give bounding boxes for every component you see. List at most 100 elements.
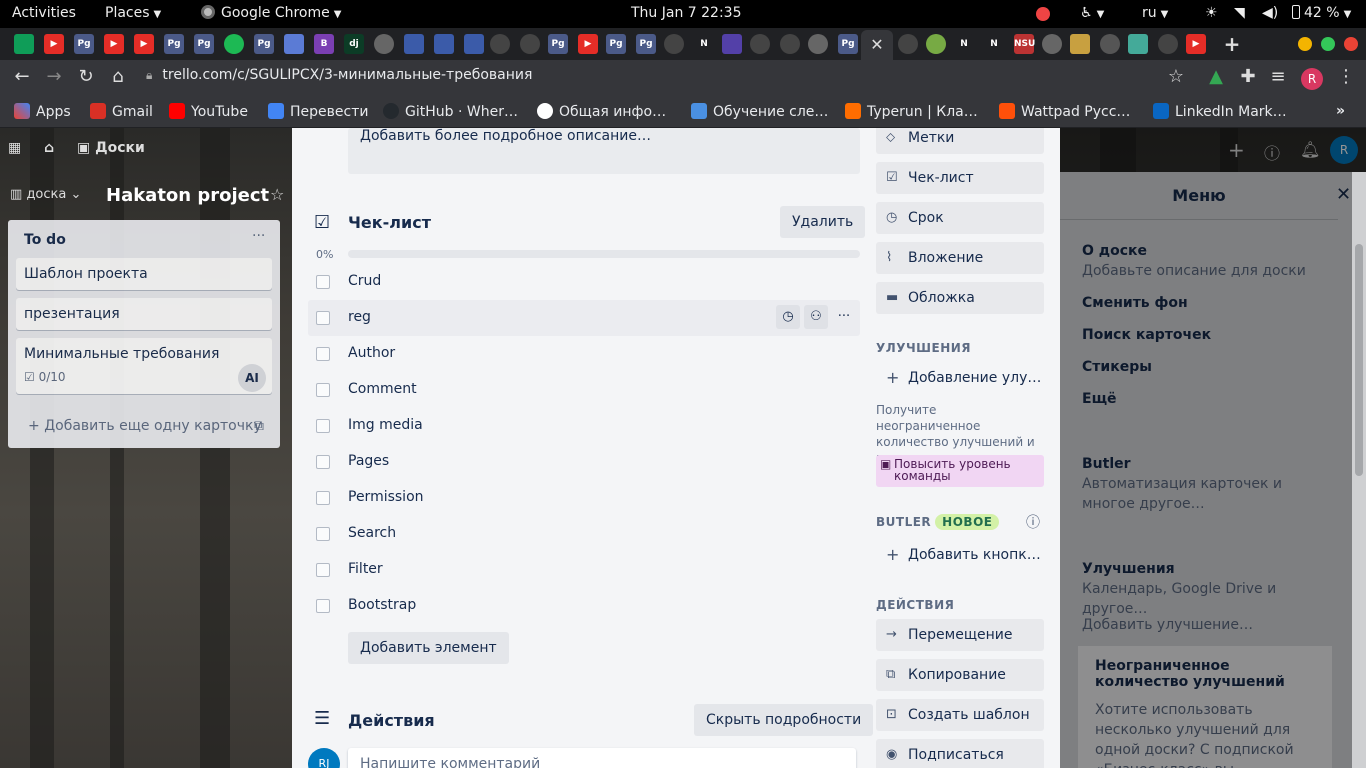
checklist-item[interactable]: Comment (308, 372, 860, 408)
add-button-button[interactable]: + Добавить кнопк… (876, 539, 1044, 571)
bookmark-star-icon[interactable]: ☆ (1164, 66, 1188, 87)
info-icon[interactable]: ⓘ (1026, 512, 1040, 532)
tab-github-icon[interactable] (664, 34, 684, 54)
board-view-switcher[interactable]: ▥ доска ⌄ (10, 187, 81, 202)
checklist-item-label[interactable]: Permission (348, 489, 424, 505)
tab-youtube-icon[interactable]: ▶ (1186, 34, 1206, 54)
add-checklist-item-button[interactable]: Добавить элемент (348, 632, 509, 664)
member-avatar[interactable]: AI (238, 364, 266, 392)
checklist-checkbox[interactable] (316, 347, 330, 361)
tab-google-icon[interactable] (808, 34, 828, 54)
tab-github-icon[interactable] (1158, 34, 1178, 54)
tab-pg-icon[interactable]: Pg (254, 34, 274, 54)
tab-notion-icon[interactable]: N (954, 34, 974, 54)
tab-youtube-icon[interactable]: ▶ (44, 34, 64, 54)
make-template-button[interactable]: ⊡ Создать шаблон (876, 699, 1044, 731)
tab-favicon[interactable] (404, 34, 424, 54)
checklist-item[interactable]: Permission (308, 480, 860, 516)
battery-indicator[interactable]: 42 % ▼ (1292, 5, 1351, 21)
home-icon[interactable]: ⌂ (44, 140, 54, 156)
labels-button[interactable]: ⬦ Метки (876, 128, 1044, 154)
tab-b-icon[interactable]: B (314, 34, 334, 54)
copy-button[interactable]: ⧉ Копирование (876, 659, 1044, 691)
checklist-checkbox[interactable] (316, 275, 330, 289)
bookmark-learning[interactable]: Обучение сле… (691, 103, 828, 120)
tab-pg-icon[interactable]: Pg (548, 34, 568, 54)
tab-github-icon[interactable] (490, 34, 510, 54)
tab-youtube-icon[interactable]: ▶ (578, 34, 598, 54)
toggle-details-button[interactable]: Скрыть подробности (694, 704, 874, 736)
accessibility-icon[interactable]: ♿︎ ▼ (1080, 5, 1104, 21)
checklist-item-label[interactable]: reg (348, 309, 371, 325)
reload-icon[interactable]: ↻ (74, 66, 98, 87)
places-menu[interactable]: Places ▼ (105, 5, 161, 21)
list-title[interactable]: To do (24, 232, 66, 248)
tab-notion-icon[interactable]: N (984, 34, 1004, 54)
forward-icon[interactable]: → (42, 66, 66, 87)
cover-button[interactable]: ▬ Обложка (876, 282, 1044, 314)
tab-youtube-icon[interactable]: ▶ (104, 34, 124, 54)
bookmark-typerun[interactable]: Typerun | Кла… (845, 103, 978, 120)
tab-favicon[interactable] (434, 34, 454, 54)
more-options-icon[interactable]: ··· (832, 305, 856, 329)
tab-pg-icon[interactable]: Pg (606, 34, 626, 54)
checklist-item[interactable]: Filter (308, 552, 860, 588)
tab-pg-icon[interactable]: Pg (74, 34, 94, 54)
checklist-item-label[interactable]: Comment (348, 381, 417, 397)
comment-input[interactable]: Напишите комментарий (348, 748, 856, 768)
more-bookmarks-icon[interactable]: » (1336, 103, 1345, 119)
delete-checklist-button[interactable]: Удалить (780, 206, 866, 238)
tab-notion-icon[interactable]: N (694, 34, 714, 54)
tab-pg-icon[interactable]: Pg (838, 34, 858, 54)
checklist-checkbox[interactable] (316, 527, 330, 541)
tab-favicon[interactable] (926, 34, 946, 54)
drive-extension-icon[interactable]: ▲ (1204, 66, 1228, 87)
tab-favicon[interactable] (14, 34, 34, 54)
board-title[interactable]: Hakaton project (106, 185, 269, 206)
tab-favicon[interactable] (1070, 34, 1090, 54)
bookmark-youtube[interactable]: YouTube (169, 103, 248, 120)
checklist-item[interactable]: reg ◷ ⚇ ··· (308, 300, 860, 336)
bookmark-info[interactable]: Общая инфо… (537, 103, 666, 120)
minimize-icon[interactable] (1298, 37, 1312, 51)
tab-favicon[interactable] (1128, 34, 1148, 54)
list-card[interactable]: презентация (16, 298, 272, 330)
tab-favicon[interactable]: NSU (1014, 34, 1035, 54)
checklist-button[interactable]: ☑ Чек-лист (876, 162, 1044, 194)
checklist-item[interactable]: Bootstrap (308, 588, 860, 624)
checklist-checkbox[interactable] (316, 599, 330, 613)
checklist-item-label[interactable]: Author (348, 345, 395, 361)
boards-button[interactable]: ▣ Доски (77, 140, 145, 156)
attachment-button[interactable]: ⌇ Вложение (876, 242, 1044, 274)
bookmark-github[interactable]: GitHub · Wher… (383, 103, 518, 120)
checklist-item-label[interactable]: Search (348, 525, 396, 541)
tab-spotify-icon[interactable] (224, 34, 244, 54)
bookmark-linkedin[interactable]: LinkedIn Mark… (1153, 103, 1287, 120)
tab-favicon[interactable] (1100, 34, 1120, 54)
due-date-icon[interactable]: ◷ (776, 305, 800, 329)
checklist-title[interactable]: Чек-лист (348, 213, 431, 232)
tab-pg-icon[interactable]: Pg (636, 34, 656, 54)
add-card-button[interactable]: + Добавить еще одну карточку (28, 418, 262, 434)
checklist-item-label[interactable]: Filter (348, 561, 383, 577)
menu-kebab-icon[interactable]: ⋮ (1334, 66, 1358, 87)
checklist-item[interactable]: Crud (308, 264, 860, 300)
checklist-item[interactable]: Author (308, 336, 860, 372)
app-menu[interactable]: Google Chrome ▼ (201, 5, 341, 21)
due-date-button[interactable]: ◷ Срок (876, 202, 1044, 234)
tab-favicon[interactable] (464, 34, 484, 54)
scrollbar-thumb[interactable] (1355, 244, 1363, 476)
back-icon[interactable]: ← (10, 66, 34, 87)
checklist-checkbox[interactable] (316, 383, 330, 397)
template-icon[interactable]: ⧉ (254, 418, 264, 434)
apps-grid-icon[interactable]: ▦ (8, 140, 21, 156)
close-window-icon[interactable] (1344, 37, 1358, 51)
tab-youtube-icon[interactable]: ▶ (134, 34, 154, 54)
star-icon[interactable]: ☆ (270, 185, 284, 204)
new-tab-icon[interactable]: + (1222, 34, 1242, 54)
add-powerup-button[interactable]: + Добавление улу… (876, 362, 1044, 394)
tab-github-icon[interactable] (520, 34, 540, 54)
tab-pg-icon[interactable]: Pg (164, 34, 184, 54)
tab-django-icon[interactable]: dj (344, 34, 364, 54)
tab-github-icon[interactable] (898, 34, 918, 54)
